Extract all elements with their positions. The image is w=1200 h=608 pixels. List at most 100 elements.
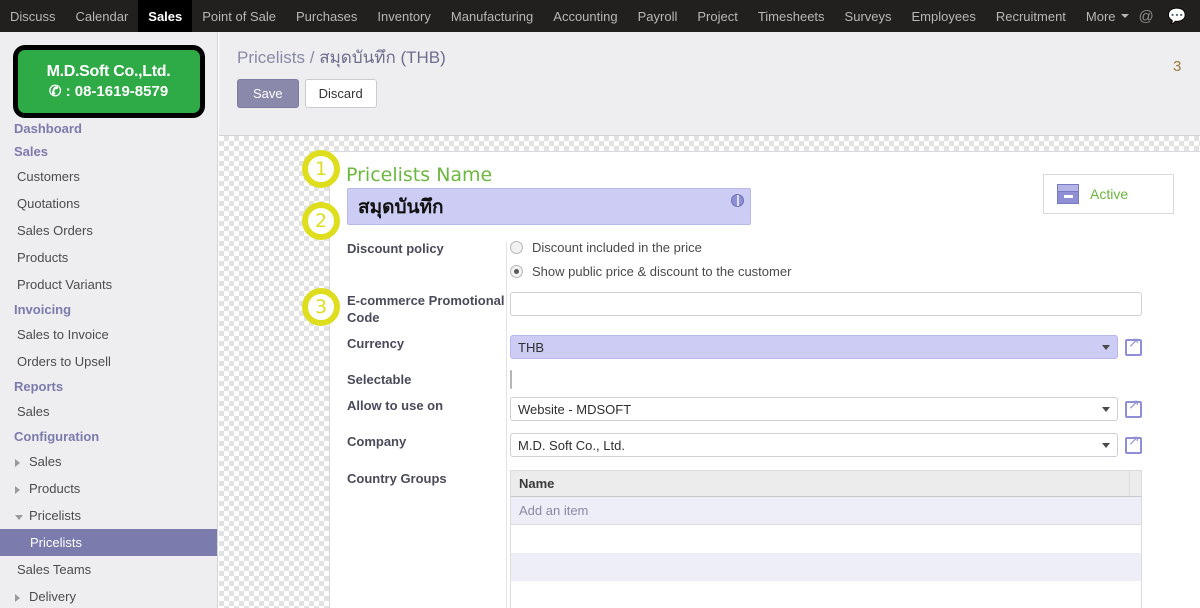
chevron-right-icon[interactable] [15, 486, 20, 494]
sidebar-item-label: Delivery [29, 589, 76, 604]
table-empty-row [510, 525, 1142, 553]
sidebar-item-label: Quotations [17, 196, 80, 211]
sidebar-item-quotations[interactable]: Quotations [0, 190, 217, 217]
annotation-marker-2: 2 [302, 202, 340, 240]
currency-external-link-icon[interactable] [1125, 339, 1142, 356]
selectable-checkbox[interactable] [510, 370, 512, 389]
company-label: Company [347, 433, 510, 457]
breadcrumb: Pricelists / สมุดบันทึก (THB) [219, 32, 1200, 71]
annotation-marker-1: 1 [302, 150, 340, 188]
logo-phone: ✆ : 08-1619-8579 [49, 82, 168, 100]
chevron-right-icon[interactable] [15, 459, 20, 467]
currency-row: Currency THB [347, 335, 1142, 359]
country-groups-label: Country Groups [347, 470, 510, 608]
form-sheet: Pricelists Name สมุดบันทึก Active Discou… [329, 151, 1200, 608]
company-row: Company M.D. Soft Co., Ltd. [347, 433, 1142, 457]
transparency-canvas: Pricelists Name สมุดบันทึก Active Discou… [219, 135, 1200, 608]
allow-to-use-on-value: Website - MDSOFT [518, 402, 631, 417]
allow-to-use-on-select[interactable]: Website - MDSOFT [510, 397, 1118, 421]
discount-policy-option-1[interactable]: Show public price & discount to the cust… [510, 264, 1142, 279]
sidebar-item-label: Sales [29, 454, 62, 469]
globe-icon[interactable] [731, 194, 744, 207]
save-button[interactable]: Save [237, 79, 299, 108]
sidebar-section-invoicing: Invoicing [0, 298, 217, 321]
discount-policy-option-0[interactable]: Discount included in the price [510, 240, 1142, 255]
country-groups-value-wrap: Name Add an item [510, 470, 1142, 608]
radio-show-public-price[interactable] [510, 265, 523, 278]
discount-policy-label: Discount policy [347, 240, 510, 288]
top-menu-more-label: More [1086, 9, 1116, 24]
at-sign-icon[interactable]: @ [1139, 9, 1154, 24]
currency-select-value: THB [518, 340, 544, 355]
sidebar-menu: Dashboard Sales Customers Quotations Sales O… [0, 117, 217, 608]
sidebar-item-pricelists[interactable]: Pricelists [0, 529, 217, 556]
table-striped-row [510, 553, 1142, 581]
allow-to-use-on-external-link-icon[interactable] [1125, 401, 1142, 418]
sidebar-section-dashboard[interactable]: Dashboard [0, 117, 217, 140]
main-content: Pricelists / สมุดบันทึก (THB) Save Disca… [219, 32, 1200, 608]
allow-to-use-on-value-wrap: Website - MDSOFT [510, 397, 1142, 421]
sidebar-item-label: Sales Orders [17, 223, 93, 238]
currency-value-wrap: THB [510, 335, 1142, 359]
pricelist-name-value: สมุดบันทึก [348, 192, 444, 222]
breadcrumb-separator: / [310, 48, 315, 67]
sidebar-item-label: Products [29, 481, 80, 496]
sidebar-item-product-variants[interactable]: Product Variants [0, 271, 217, 298]
edge-clipped-text: 3 [1173, 58, 1182, 75]
sidebar: M.D.Soft Co.,Ltd. ✆ : 08-1619-8579 Dashb… [0, 32, 218, 608]
table-header-end-cell [1129, 471, 1141, 496]
top-menu-item-project[interactable]: Project [687, 0, 747, 32]
company-select[interactable]: M.D. Soft Co., Ltd. [510, 433, 1118, 457]
top-menu-item-purchases[interactable]: Purchases [286, 0, 367, 32]
chevron-right-icon[interactable] [15, 594, 20, 602]
sidebar-item-sales[interactable]: Sales [0, 448, 217, 475]
sidebar-item-delivery[interactable]: Delivery [0, 583, 217, 608]
top-menu-item-discuss[interactable]: Discuss [0, 0, 66, 32]
table-empty-row [510, 581, 1142, 608]
top-menu-item-timesheets[interactable]: Timesheets [748, 0, 835, 32]
top-menu-item-payroll[interactable]: Payroll [628, 0, 688, 32]
top-menu-item-manufacturing[interactable]: Manufacturing [441, 0, 543, 32]
sidebar-item-label: Orders to Upsell [17, 354, 111, 369]
breadcrumb-root[interactable]: Pricelists [237, 48, 305, 67]
sidebar-item-label: Sales Teams [17, 562, 91, 577]
chevron-down-icon [1102, 345, 1110, 350]
sidebar-item-orders-to-upsell[interactable]: Orders to Upsell [0, 348, 217, 375]
company-external-link-icon[interactable] [1125, 437, 1142, 454]
discard-button[interactable]: Discard [305, 79, 377, 108]
company-logo: M.D.Soft Co.,Ltd. ✆ : 08-1619-8579 [14, 46, 204, 117]
add-an-item-link[interactable]: Add an item [519, 503, 588, 518]
top-menu-item-point-of-sale[interactable]: Point of Sale [192, 0, 286, 32]
company-value: M.D. Soft Co., Ltd. [518, 438, 625, 453]
top-menu-item-sales[interactable]: Sales [138, 0, 192, 32]
currency-select[interactable]: THB [510, 335, 1118, 359]
sidebar-item-pricelists[interactable]: Pricelists [0, 502, 217, 529]
selectable-row: Selectable [347, 371, 1142, 389]
sidebar-item-sales-to-invoice[interactable]: Sales to Invoice [0, 321, 217, 348]
sidebar-item-sales-orders[interactable]: Sales Orders [0, 217, 217, 244]
table-add-row[interactable]: Add an item [510, 497, 1142, 525]
promo-code-input[interactable] [510, 292, 1142, 316]
status-badge-label: Active [1090, 186, 1128, 202]
pricelist-name-field[interactable]: สมุดบันทึก [347, 188, 751, 225]
sidebar-item-products[interactable]: Products [0, 475, 217, 502]
top-menu-item-recruitment[interactable]: Recruitment [986, 0, 1076, 32]
top-menu-item-surveys[interactable]: Surveys [835, 0, 902, 32]
promo-code-row: E-commerce Promotional Code [347, 292, 1142, 326]
sidebar-item-products[interactable]: Products [0, 244, 217, 271]
top-menu-item-inventory[interactable]: Inventory [367, 0, 440, 32]
chat-bubble-icon[interactable]: 💬 [1168, 9, 1187, 24]
top-menu-more[interactable]: More [1076, 0, 1139, 32]
sidebar-item-sales-teams[interactable]: Sales Teams [0, 556, 217, 583]
top-menu-item-accounting[interactable]: Accounting [543, 0, 627, 32]
sidebar-item-sales[interactable]: Sales [0, 398, 217, 425]
status-badge[interactable]: Active [1043, 174, 1174, 214]
breadcrumb-current: สมุดบันทึก (THB) [319, 48, 446, 67]
sidebar-item-customers[interactable]: Customers [0, 163, 217, 190]
sidebar-item-label: Product Variants [17, 277, 112, 292]
radio-discount-included[interactable] [510, 241, 523, 254]
top-menu-item-calendar[interactable]: Calendar [66, 0, 139, 32]
top-menu-item-employees[interactable]: Employees [902, 0, 986, 32]
chevron-down-icon[interactable] [15, 515, 23, 520]
promo-code-value-wrap [510, 292, 1142, 326]
